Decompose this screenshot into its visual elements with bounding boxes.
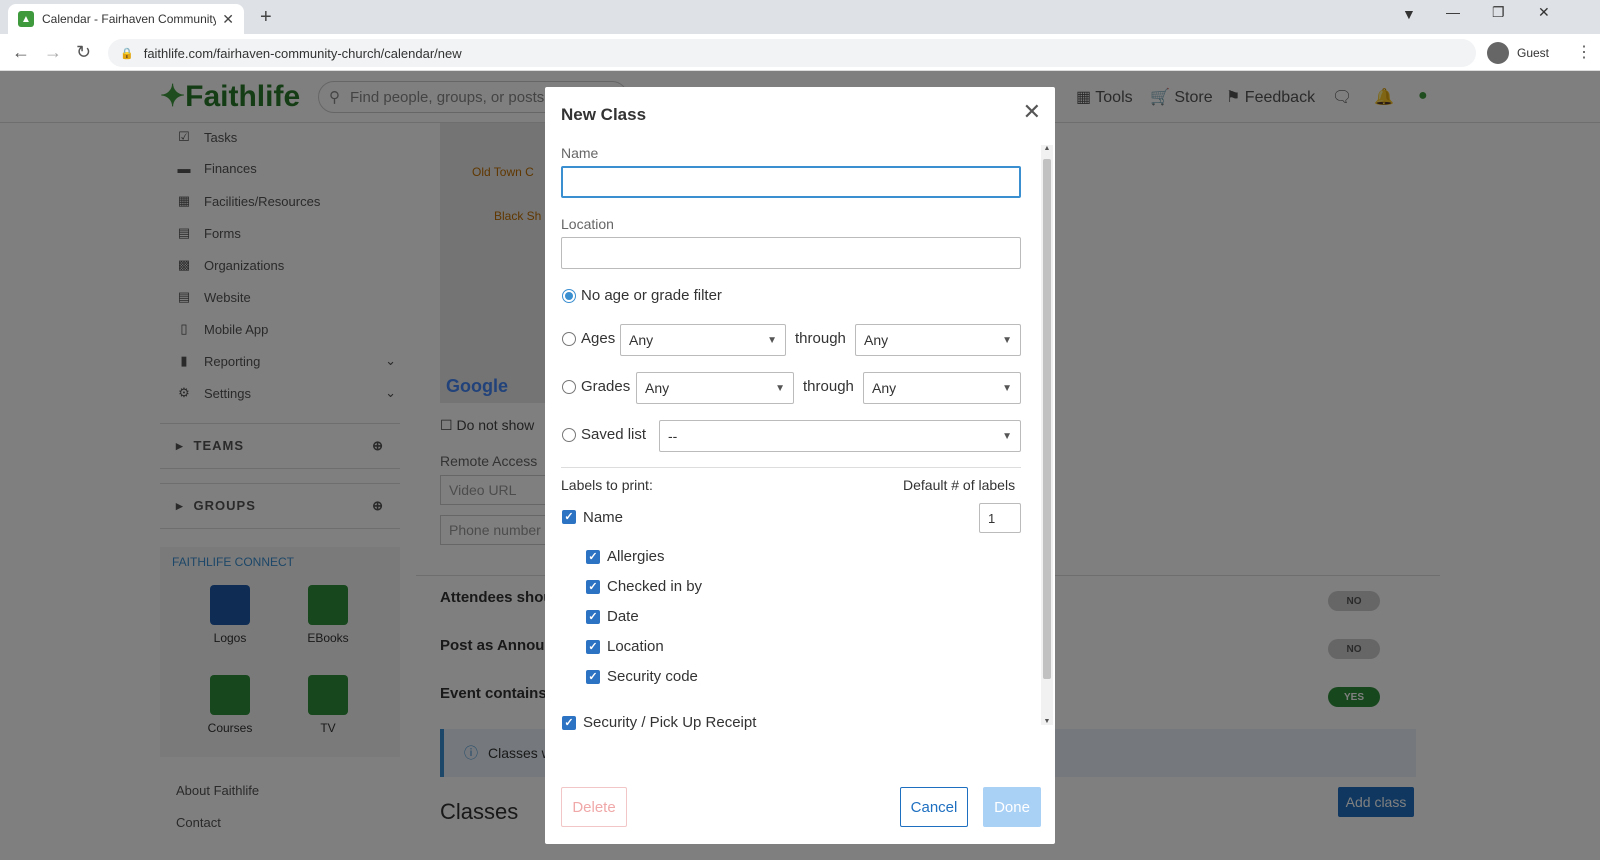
browser-menu-icon[interactable]: ⋮ — [1576, 42, 1592, 62]
divider — [561, 467, 1021, 468]
grades-radio[interactable] — [562, 380, 576, 394]
allergies-label: Allergies — [607, 548, 665, 565]
tab-title: Calendar - Fairhaven Community — [42, 12, 217, 26]
profile-button[interactable]: Guest — [1487, 40, 1549, 66]
grades-from-select[interactable]: Any ▼ — [636, 372, 794, 404]
minimize-icon[interactable]: — — [1446, 4, 1460, 20]
default-count-label: Default # of labels — [903, 477, 1016, 493]
grades-label: Grades — [581, 378, 631, 395]
ages-radio[interactable] — [562, 332, 576, 346]
new-class-dialog: New Class ✕ Name Location No age or grad… — [545, 87, 1055, 844]
forward-icon[interactable]: → — [44, 42, 62, 63]
no-filter-radio[interactable] — [562, 289, 576, 303]
ages-to-value: Any — [864, 332, 889, 348]
faithlife-favicon-icon: ▲ — [18, 11, 34, 27]
chevron-down-icon: ▼ — [767, 334, 777, 346]
location-input[interactable] — [561, 237, 1021, 269]
browser-tab[interactable]: ▲ Calendar - Fairhaven Community ✕ — [8, 4, 244, 34]
location-field-label: Location — [561, 216, 614, 232]
label-count-input[interactable]: 1 — [979, 503, 1021, 533]
profile-label: Guest — [1517, 46, 1550, 60]
receipt-label: Security / Pick Up Receipt — [583, 714, 757, 731]
location-checkbox[interactable]: ✓ — [586, 640, 600, 654]
url-text: faithlife.com/fairhaven-community-church… — [143, 45, 462, 61]
browser-tabbar: ▲ Calendar - Fairhaven Community ✕ + ▼ —… — [0, 0, 1600, 34]
reload-icon[interactable]: ↻ — [76, 42, 91, 63]
saved-list-value: -- — [668, 428, 678, 444]
ages-from-select[interactable]: Any ▼ — [620, 324, 786, 356]
dialog-scrollbar[interactable]: ▲ ▼ — [1041, 145, 1053, 725]
name-field-label: Name — [561, 145, 599, 161]
through-label: through — [795, 330, 846, 347]
chevron-down-icon: ▼ — [775, 382, 785, 394]
name-input[interactable] — [561, 166, 1021, 198]
grades-from-value: Any — [645, 380, 670, 396]
saved-list-label: Saved list — [581, 426, 647, 443]
cancel-button[interactable]: Cancel — [900, 787, 968, 827]
name-label-text: Name — [583, 509, 624, 526]
checked-in-by-label: Checked in by — [607, 578, 703, 595]
saved-list-radio[interactable] — [562, 428, 576, 442]
ages-label: Ages — [581, 330, 616, 347]
scroll-up-icon[interactable]: ▲ — [1041, 145, 1053, 152]
no-filter-label: No age or grade filter — [581, 287, 722, 304]
avatar-icon — [1487, 42, 1509, 64]
tab-close-icon[interactable]: ✕ — [222, 11, 234, 28]
done-button[interactable]: Done — [983, 787, 1041, 827]
scroll-down-icon[interactable]: ▼ — [1041, 718, 1053, 725]
address-bar: ← → ↻ 🔒 faithlife.com/fairhaven-communit… — [0, 34, 1600, 71]
scrollbar-thumb[interactable] — [1043, 159, 1051, 679]
checked-in-by-checkbox[interactable]: ✓ — [586, 580, 600, 594]
restore-icon[interactable]: ❐ — [1492, 4, 1505, 21]
location-label: Location — [607, 638, 664, 655]
ages-from-value: Any — [629, 332, 654, 348]
security-code-checkbox[interactable]: ✓ — [586, 670, 600, 684]
chevron-down-icon: ▼ — [1002, 430, 1012, 442]
new-tab-icon[interactable]: + — [260, 6, 272, 29]
date-label: Date — [607, 608, 639, 625]
labels-to-print-label: Labels to print: — [561, 477, 653, 493]
receipt-checkbox[interactable]: ✓ — [562, 716, 576, 730]
chevron-down-icon: ▼ — [1002, 334, 1012, 346]
grades-to-select[interactable]: Any ▼ — [863, 372, 1021, 404]
delete-button[interactable]: Delete — [561, 787, 627, 827]
dialog-title: New Class — [561, 105, 647, 124]
allergies-checkbox[interactable]: ✓ — [586, 550, 600, 564]
window-close-icon[interactable]: ✕ — [1538, 4, 1550, 21]
back-icon[interactable]: ← — [12, 42, 30, 63]
chevron-down-icon: ▼ — [1002, 382, 1012, 394]
tab-search-icon[interactable]: ▼ — [1402, 6, 1416, 22]
through-label: through — [803, 378, 854, 395]
ages-to-select[interactable]: Any ▼ — [855, 324, 1021, 356]
security-code-label: Security code — [607, 668, 698, 685]
saved-list-select[interactable]: -- ▼ — [659, 420, 1021, 452]
grades-to-value: Any — [872, 380, 897, 396]
close-icon[interactable]: ✕ — [1023, 99, 1041, 125]
date-checkbox[interactable]: ✓ — [586, 610, 600, 624]
name-label-checkbox[interactable]: ✓ — [562, 510, 576, 524]
lock-icon: 🔒 — [120, 47, 134, 60]
url-field[interactable]: 🔒 faithlife.com/fairhaven-community-chur… — [108, 39, 1476, 67]
